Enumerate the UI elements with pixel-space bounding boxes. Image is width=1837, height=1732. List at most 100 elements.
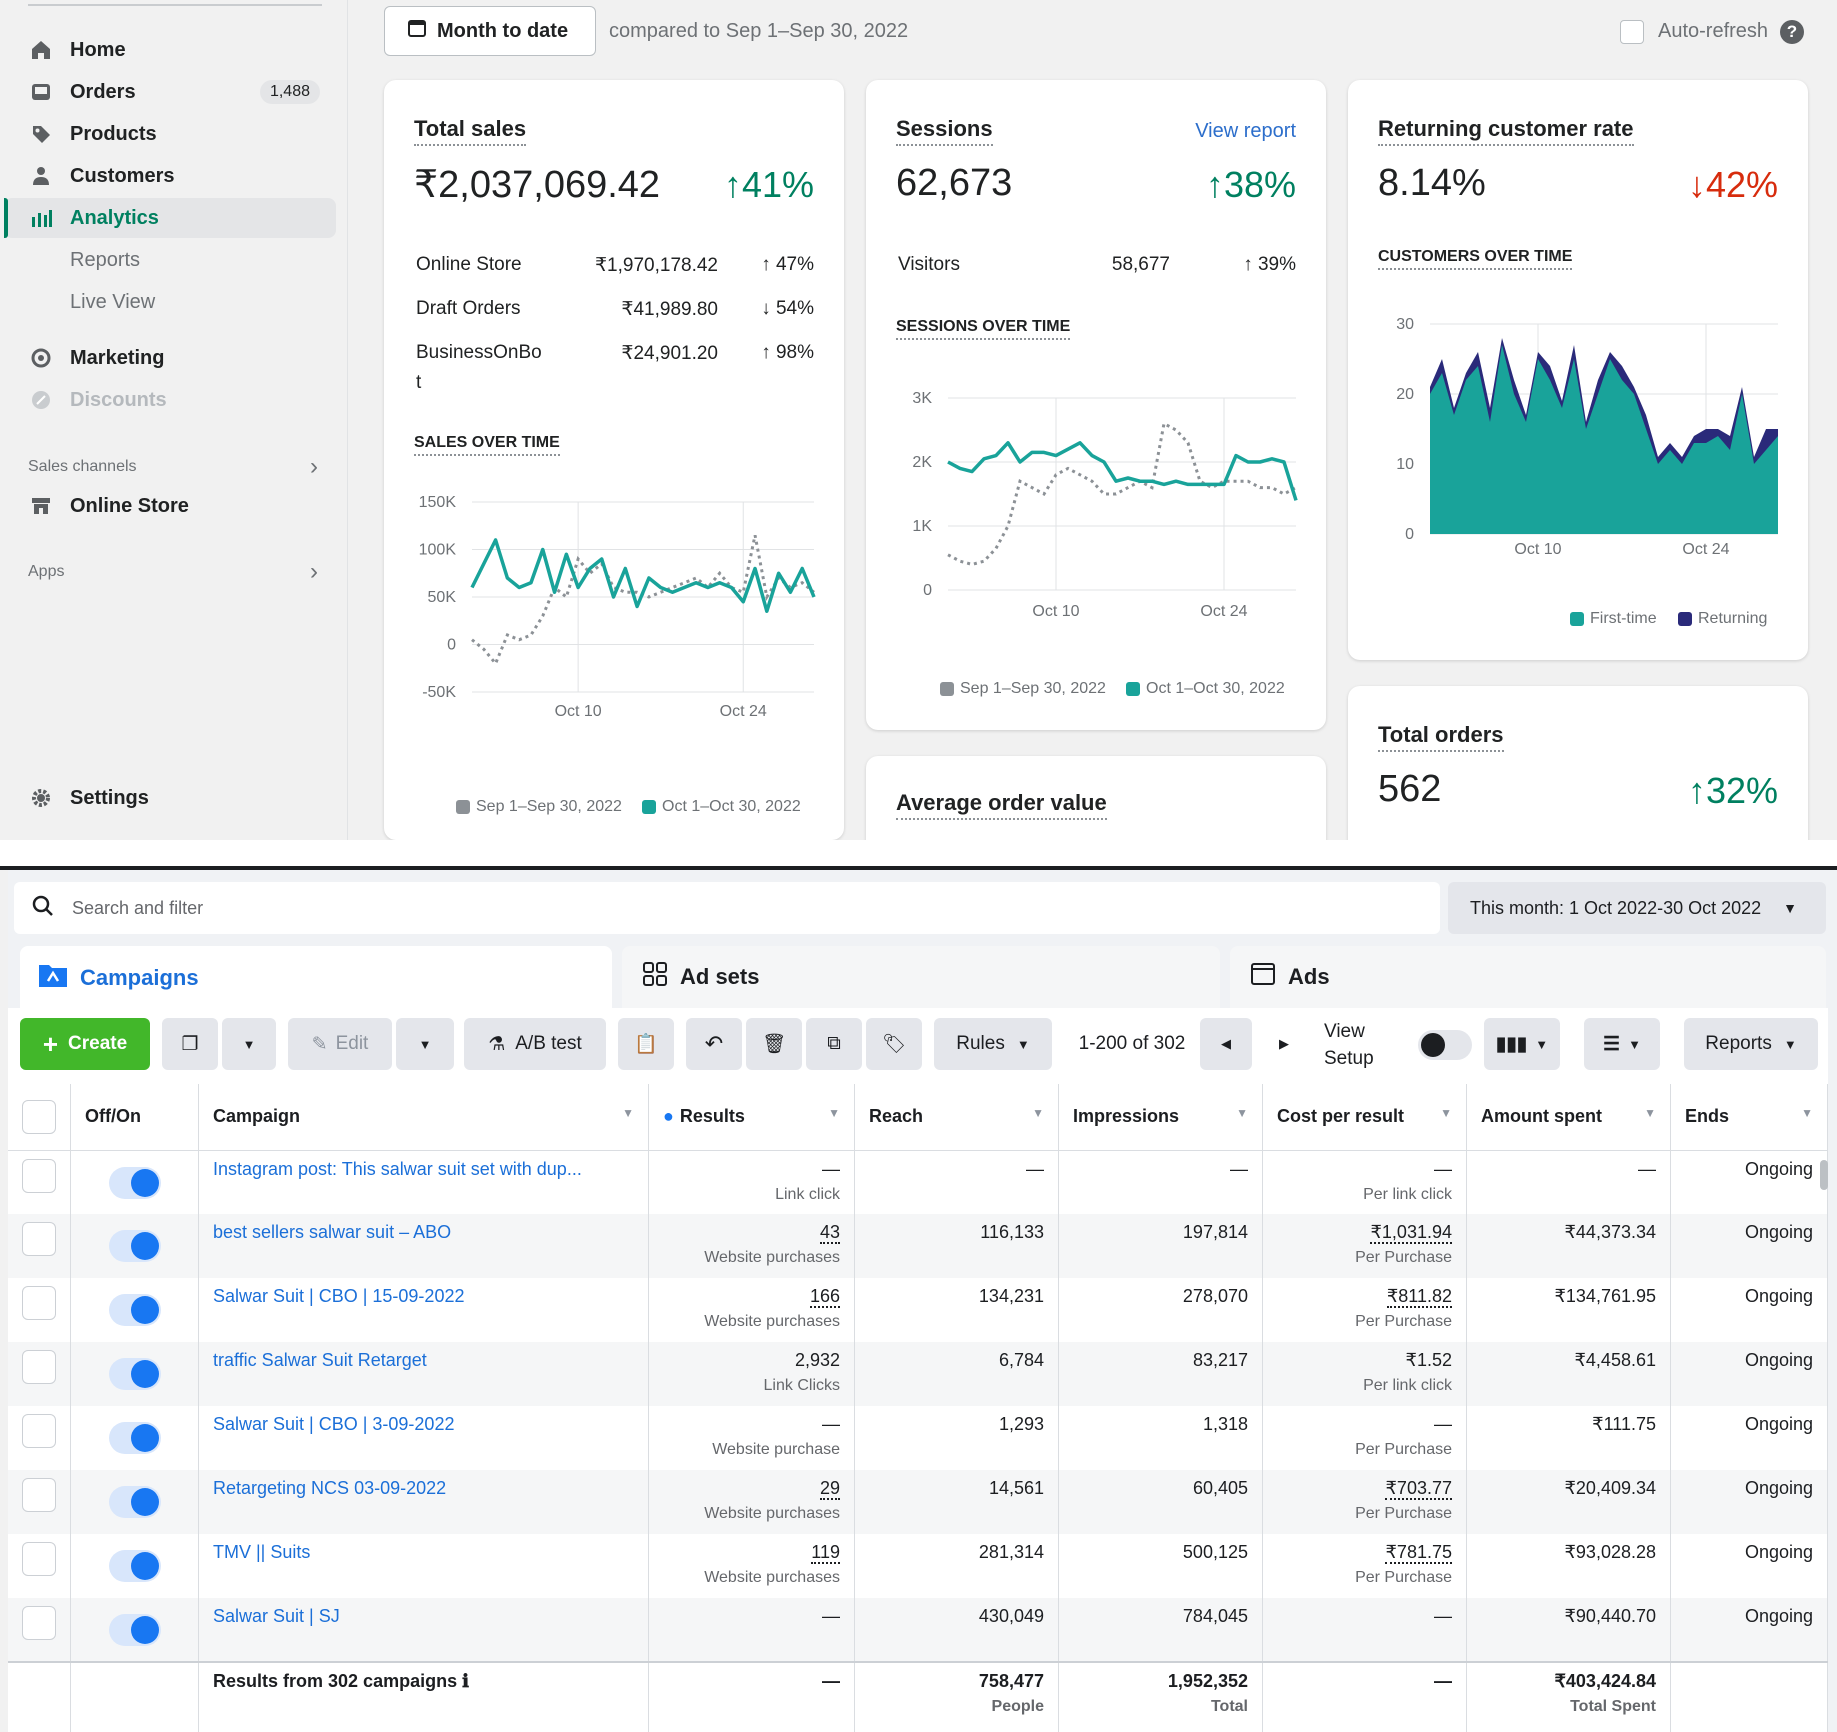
nav-home[interactable]: Home — [28, 30, 338, 70]
campaign-name-link[interactable]: Retargeting NCS 03-09-2022 — [213, 1478, 446, 1498]
view-report-link[interactable]: View report — [1195, 120, 1296, 143]
duplicate-button[interactable]: ❐ — [162, 1018, 218, 1070]
campaign-toggle[interactable] — [108, 1486, 161, 1518]
campaign-name-link[interactable]: Salwar Suit | CBO | 3-09-2022 — [213, 1414, 454, 1434]
table-row[interactable]: Retargeting NCS 03-09-2022 29 Website purc… — [8, 1470, 1828, 1534]
row-checkbox[interactable] — [22, 1414, 56, 1448]
breakdown-button[interactable]: ☰ ▼ — [1584, 1018, 1660, 1070]
clipboard-button[interactable]: 📋 — [618, 1018, 674, 1070]
header-label: Amount spent — [1481, 1106, 1602, 1127]
header-off-on[interactable]: Off/On — [70, 1084, 199, 1151]
view-setup-toggle[interactable] — [1418, 1030, 1472, 1060]
campaign-toggle[interactable] — [108, 1230, 161, 1262]
search-filter-bar[interactable]: Search and filter — [14, 882, 1440, 934]
nav-marketing[interactable]: Marketing — [28, 338, 338, 378]
row-checkbox[interactable] — [22, 1350, 56, 1384]
apps-header[interactable]: Apps › — [28, 558, 318, 586]
reports-button[interactable]: Reports ▼ — [1684, 1018, 1818, 1070]
ab-test-button[interactable]: ⚗ A/B test — [464, 1018, 606, 1070]
preview-button[interactable]: ⧉ — [806, 1018, 862, 1070]
campaign-toggle[interactable] — [108, 1166, 161, 1199]
table-row[interactable]: TMV || Suits 119 Website purchases 281,314 5… — [8, 1534, 1828, 1598]
nav-orders[interactable]: Orders 1,488 — [28, 72, 338, 112]
results-type: Link click — [775, 1185, 840, 1203]
campaign-toggle[interactable] — [108, 1358, 161, 1390]
visitors-change: ↑ 39% — [1243, 254, 1296, 275]
cpr-cell: ₹1,031.94 Per Purchase — [1262, 1214, 1467, 1278]
header-reach[interactable]: Reach ▼ — [854, 1084, 1059, 1151]
nav-settings[interactable]: Settings — [28, 778, 338, 818]
next-page-button[interactable]: ▶ — [1258, 1018, 1310, 1070]
rules-button[interactable]: Rules ▼ — [934, 1018, 1052, 1070]
campaign-name-link[interactable]: Instagram post: This salwar suit set wit… — [213, 1159, 582, 1179]
campaign-name-link[interactable]: Salwar Suit | CBO | 15-09-2022 — [213, 1286, 464, 1306]
total-orders-title[interactable]: Total orders — [1378, 722, 1504, 752]
header-campaign[interactable]: Campaign ▼ — [198, 1084, 649, 1151]
info-icon[interactable]: ℹ — [462, 1671, 469, 1691]
header-impressions[interactable]: Impressions ▼ — [1058, 1084, 1263, 1151]
table-row[interactable]: Instagram post: This salwar suit set wit… — [8, 1150, 1828, 1214]
nav-label: Discounts — [70, 388, 167, 411]
sales-channels-header[interactable]: Sales channels › — [28, 453, 318, 481]
results-type: Website purchases — [704, 1505, 840, 1522]
table-row[interactable]: best sellers salwar suit – ABO 43 Website … — [8, 1214, 1828, 1278]
aov-title[interactable]: Average order value — [896, 790, 1107, 820]
duplicate-dropdown[interactable]: ▼ — [222, 1018, 276, 1070]
table-row[interactable]: Salwar Suit | SJ — 430,049 784,045 — ₹90,440.… — [8, 1598, 1828, 1662]
campaign-name-link[interactable]: TMV || Suits — [213, 1542, 310, 1562]
delete-button[interactable]: 🗑 — [746, 1018, 802, 1070]
row-checkbox[interactable] — [22, 1158, 56, 1193]
tab-ads[interactable]: Ads — [1230, 946, 1826, 1008]
returning-title[interactable]: Returning customer rate — [1378, 116, 1634, 146]
reach-value: 116,133 — [980, 1222, 1044, 1242]
campaign-toggle[interactable] — [108, 1294, 161, 1326]
impressions-value: 83,217 — [1192, 1350, 1248, 1370]
edit-dropdown[interactable]: ▼ — [396, 1018, 454, 1070]
date-range-selector[interactable]: This month: 1 Oct 2022-30 Oct 2022 ▼ — [1448, 882, 1826, 934]
columns-button[interactable]: ▮▮▮ ▼ — [1484, 1018, 1560, 1070]
auto-refresh-checkbox[interactable] — [1620, 20, 1644, 44]
row-checkbox[interactable] — [22, 1606, 56, 1640]
create-button[interactable]: + Create — [20, 1018, 150, 1070]
nav-reports[interactable]: Reports — [28, 240, 338, 280]
table-scrollbar[interactable] — [1820, 1160, 1828, 1190]
toggle-knob — [1421, 1033, 1445, 1057]
table-row[interactable]: Salwar Suit | CBO | 3-09-2022 — Website pu… — [8, 1406, 1828, 1470]
nav-products[interactable]: Products — [28, 114, 338, 154]
help-icon[interactable]: ? — [1780, 20, 1804, 44]
row-checkbox[interactable] — [22, 1478, 56, 1512]
header-ends[interactable]: Ends ▼ — [1670, 1084, 1828, 1151]
campaign-toggle[interactable] — [108, 1422, 161, 1454]
row-checkbox[interactable] — [22, 1286, 56, 1320]
tab-campaigns[interactable]: Campaigns — [20, 946, 612, 1010]
date-range-button[interactable]: Month to date — [384, 6, 596, 56]
header-results[interactable]: ● Results ▼ — [648, 1084, 855, 1151]
rules-label: Rules — [956, 1033, 1005, 1054]
total-sales-title[interactable]: Total sales — [414, 116, 527, 146]
edit-button[interactable]: ✎ Edit — [288, 1018, 392, 1070]
campaign-name-link[interactable]: best sellers salwar suit – ABO — [213, 1222, 451, 1242]
campaign-name-link[interactable]: traffic Salwar Suit Retarget — [213, 1350, 427, 1370]
impressions-cell: 60,405 — [1058, 1470, 1263, 1534]
prev-page-button[interactable]: ◀ — [1200, 1018, 1252, 1070]
caret-down-icon: ▼ — [242, 1036, 256, 1052]
tag-button[interactable]: 🏷 — [866, 1018, 922, 1070]
campaign-toggle[interactable] — [108, 1550, 161, 1582]
header-cost-per-result[interactable]: Cost per result ▼ — [1262, 1084, 1467, 1151]
select-all-checkbox[interactable] — [22, 1099, 56, 1134]
nav-discounts[interactable]: Discounts — [28, 380, 338, 420]
nav-customers[interactable]: Customers — [28, 156, 338, 196]
campaign-toggle[interactable] — [108, 1614, 161, 1646]
row-checkbox[interactable] — [22, 1222, 56, 1256]
campaign-name-link[interactable]: Salwar Suit | SJ — [213, 1606, 340, 1626]
nav-live-view[interactable]: Live View — [28, 282, 338, 322]
sessions-title[interactable]: Sessions — [896, 116, 993, 146]
nav-analytics[interactable]: Analytics — [4, 198, 336, 238]
undo-button[interactable]: ↶ — [686, 1018, 742, 1070]
table-row[interactable]: traffic Salwar Suit Retarget 2,932 Link Cl… — [8, 1342, 1828, 1406]
tab-ad-sets[interactable]: Ad sets — [622, 946, 1220, 1008]
nav-online-store[interactable]: Online Store — [28, 486, 338, 526]
table-row[interactable]: Salwar Suit | CBO | 15-09-2022 166 Website… — [8, 1278, 1828, 1342]
header-amount-spent[interactable]: Amount spent ▼ — [1466, 1084, 1671, 1151]
row-checkbox[interactable] — [22, 1542, 56, 1576]
